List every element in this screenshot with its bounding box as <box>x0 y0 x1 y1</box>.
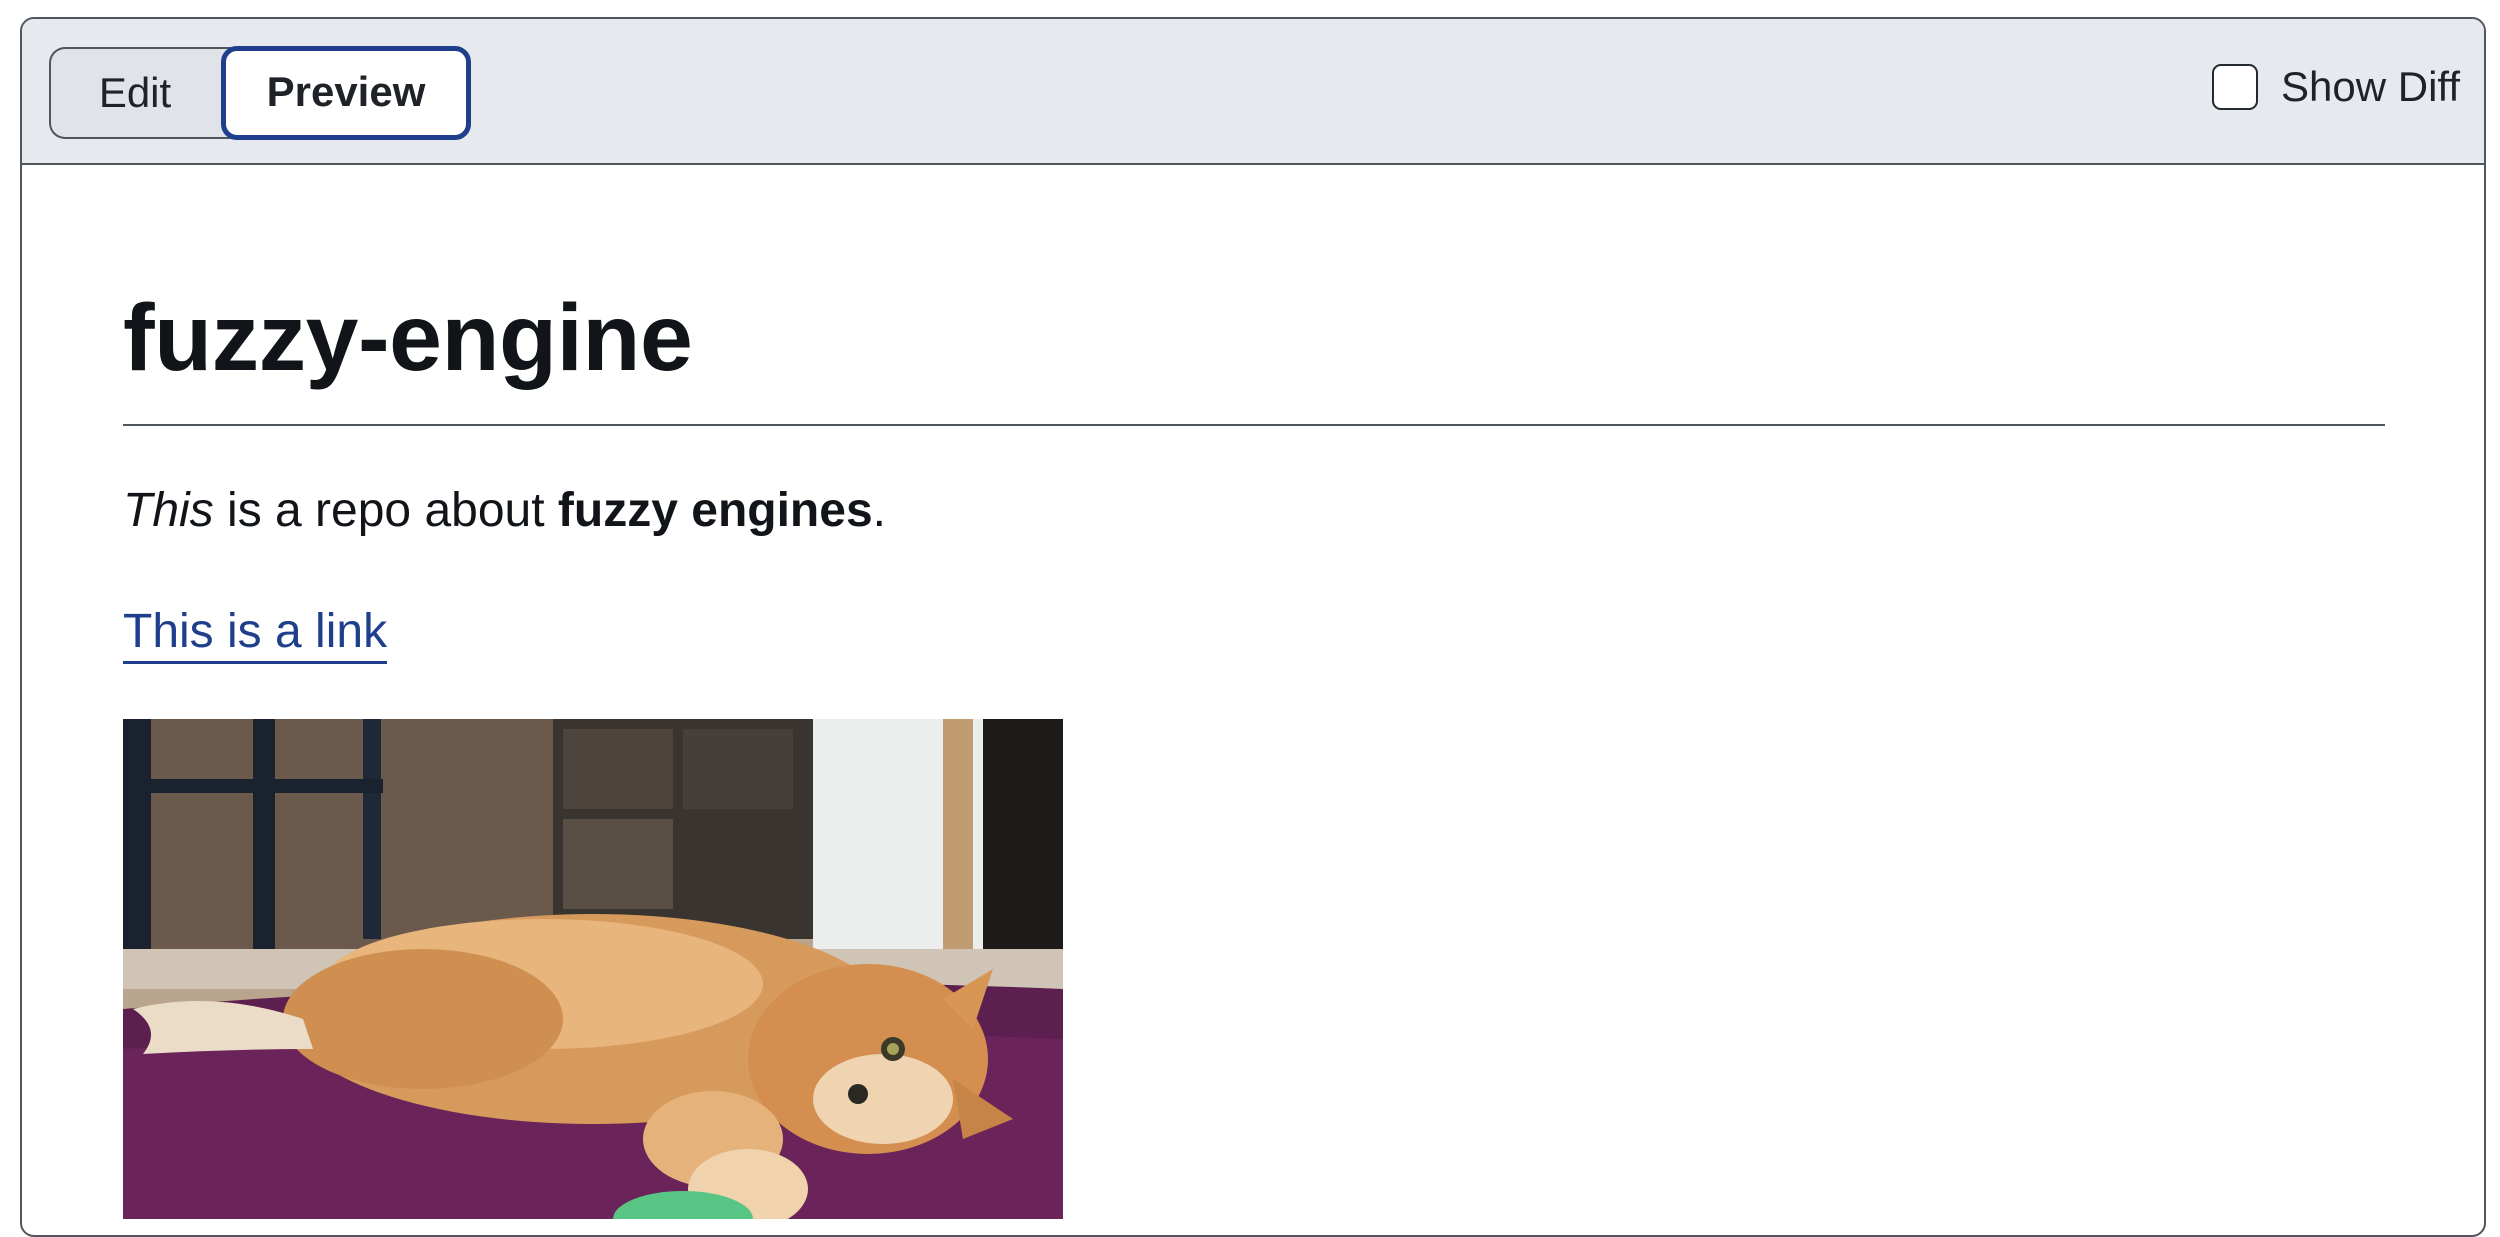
sample-link[interactable]: This is a link <box>123 605 388 664</box>
editor-toolbar: Edit Preview Show Diff <box>22 19 2484 165</box>
cat-image <box>123 719 1063 1219</box>
show-diff-checkbox[interactable] <box>2212 64 2259 110</box>
title-divider <box>123 424 2385 426</box>
mode-tabs: Edit Preview <box>49 46 471 140</box>
preview-content: fuzzy-engine This is a repo about fuzzy … <box>123 165 2385 1219</box>
intro-text: is a repo about <box>213 484 558 537</box>
intro-bold: fuzzy engines <box>557 484 873 537</box>
tab-edit[interactable]: Edit <box>49 47 231 139</box>
markdown-editor-frame: Edit Preview Show Diff fuzzy-engine This… <box>20 17 2486 1237</box>
intro-italic: This <box>123 484 214 537</box>
show-diff-label: Show Diff <box>2281 63 2460 110</box>
intro-paragraph: This is a repo about fuzzy engines. <box>123 481 2385 541</box>
cat-photo-illustration <box>123 719 1063 1219</box>
show-diff-toggle[interactable]: Show Diff <box>2212 63 2460 111</box>
page-title: fuzzy-engine <box>123 285 693 391</box>
tab-preview[interactable]: Preview <box>221 46 471 140</box>
intro-end: . <box>872 484 886 537</box>
